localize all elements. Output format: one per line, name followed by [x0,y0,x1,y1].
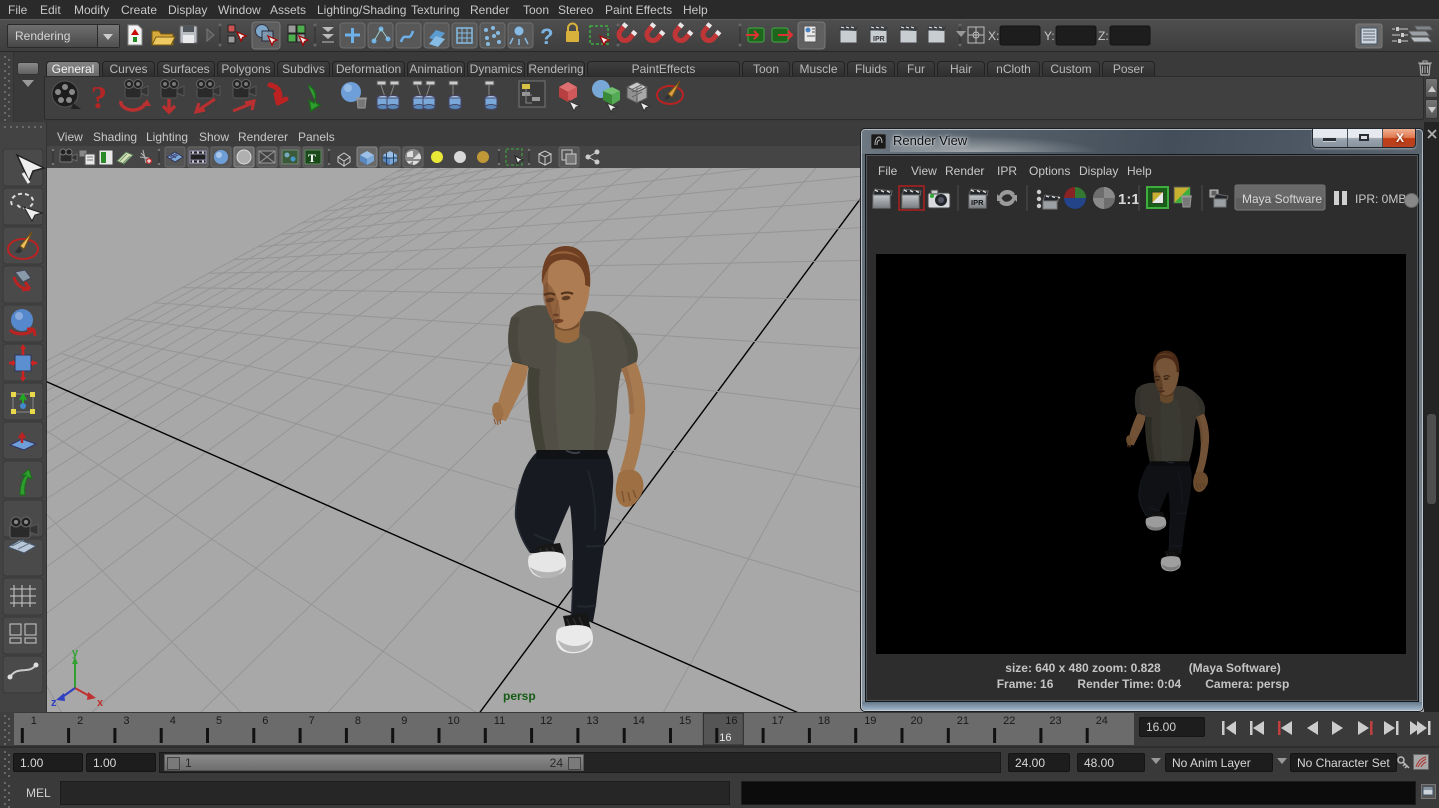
svg-text:y: y [72,647,79,659]
svg-text:14: 14 [633,715,645,727]
svg-text:8: 8 [355,715,361,727]
svg-text:11: 11 [494,715,505,727]
svg-text:T: T [308,151,316,165]
svg-text:X:: X: [988,29,999,43]
svg-text:IPR: IPR [971,198,984,207]
svg-text:Y:: Y: [1044,29,1055,43]
svg-text:Z:: Z: [1098,29,1109,43]
svg-text:17: 17 [772,715,784,727]
svg-text:x: x [97,697,104,709]
svg-text:3: 3 [123,715,129,727]
svg-text:?: ? [91,79,107,115]
svg-text:7: 7 [309,715,315,727]
svg-text:21: 21 [957,715,969,727]
svg-text:Maya Software: Maya Software [1242,192,1322,206]
svg-text:4: 4 [170,715,176,727]
svg-text:2: 2 [77,715,83,727]
svg-text:20: 20 [911,715,923,727]
svg-text:15: 15 [679,715,691,727]
svg-text:z: z [51,697,57,709]
svg-text:12: 12 [540,715,552,727]
svg-text:6: 6 [262,715,268,727]
svg-text:24: 24 [1096,715,1108,727]
svg-text:18: 18 [818,715,830,727]
svg-text:23: 23 [1049,715,1061,727]
svg-text:16: 16 [719,732,731,744]
svg-text:1:1: 1:1 [1118,191,1140,208]
svg-text:IPR: IPR [873,36,885,43]
svg-text:16: 16 [725,715,737,727]
svg-text:19: 19 [864,715,876,727]
svg-text:persp: persp [503,689,536,703]
svg-text:?: ? [540,24,553,49]
svg-text:22: 22 [1003,715,1015,727]
svg-text:10: 10 [448,715,460,727]
svg-text:5: 5 [216,715,222,727]
svg-text:13: 13 [586,715,598,727]
svg-text:1: 1 [31,715,37,727]
svg-text:9: 9 [401,715,407,727]
